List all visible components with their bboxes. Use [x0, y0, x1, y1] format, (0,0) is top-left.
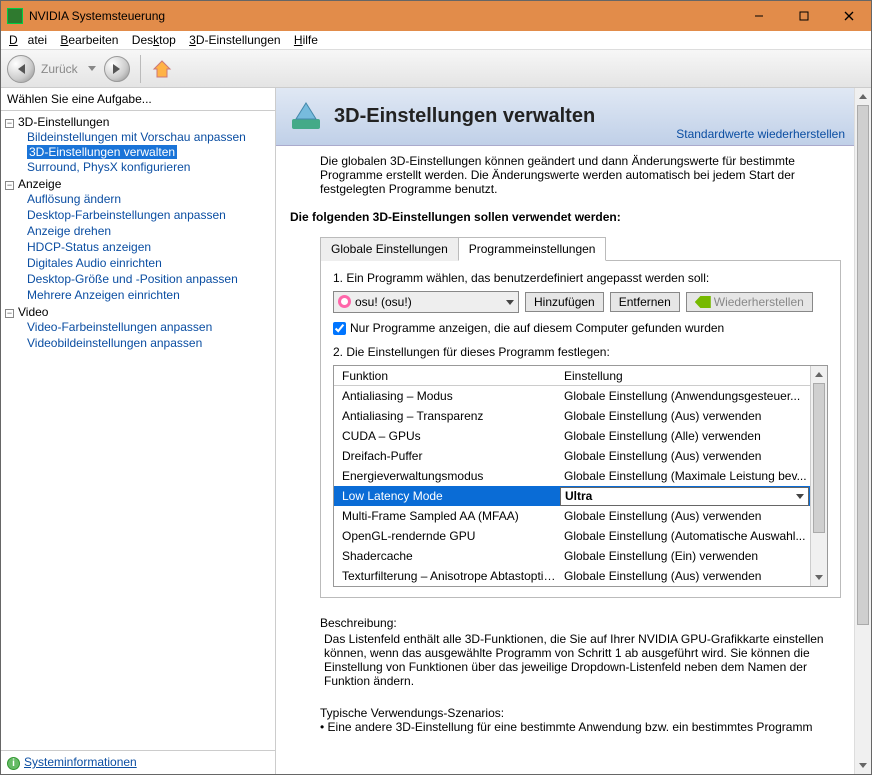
main-scroll-thumb[interactable] — [857, 105, 869, 625]
scenarios-title: Typische Verwendungs-Szenarios: — [320, 706, 841, 720]
menu-file[interactable]: DDateiatei — [9, 33, 47, 47]
main-scrollbar[interactable] — [854, 88, 871, 774]
restore-defaults-link[interactable]: Standardwerte wiederherstellen — [676, 127, 845, 141]
remove-button[interactable]: Entfernen — [610, 292, 680, 312]
tree-link[interactable]: Bildeinstellungen mit Vorschau anpassen — [27, 129, 271, 145]
setting-dropdown[interactable]: Ultra — [560, 487, 809, 506]
grid-row[interactable]: CUDA – GPUsGlobale Einstellung (Alle) ve… — [334, 426, 810, 446]
tree-toggle[interactable]: − — [5, 119, 14, 128]
scenarios-bullet: • Eine andere 3D-Einstellung für eine be… — [320, 720, 841, 734]
main-scroll-down-icon[interactable] — [855, 757, 871, 774]
grid-header-col1: Funktion — [334, 369, 560, 383]
program-combo[interactable]: osu! (osu!) — [333, 291, 519, 313]
step1-label: 1. Ein Programm wählen, das benutzerdefi… — [333, 271, 828, 285]
only-installed-label: Nur Programme anzeigen, die auf diesem C… — [350, 321, 724, 335]
sidebar-footer: i Systeminformationen — [1, 750, 275, 774]
tree-group-label: Video — [18, 305, 48, 319]
nvidia-app-icon — [7, 8, 23, 24]
grid-header-col2: Einstellung — [560, 369, 810, 383]
description-title: Beschreibung: — [320, 616, 841, 630]
tree-group-label: Anzeige — [18, 177, 61, 191]
program-combo-value: osu! (osu!) — [355, 295, 412, 309]
banner: 3D-Einstellungen verwalten Standardwerte… — [276, 88, 857, 146]
sidebar: Wählen Sie eine Aufgabe... −3D-Einstellu… — [1, 88, 276, 774]
tree-link[interactable]: Anzeige drehen — [27, 223, 271, 239]
tree-link[interactable]: 3D-Einstellungen verwalten — [27, 145, 177, 159]
tree-link[interactable]: Desktop-Größe und -Position anpassen — [27, 271, 271, 287]
tree-link[interactable]: Videobildeinstellungen anpassen — [27, 335, 271, 351]
section-title: Die folgenden 3D-Einstellungen sollen ve… — [290, 210, 841, 224]
only-installed-checkbox-input[interactable] — [333, 322, 346, 335]
menubar: DDateiatei Bearbeiten Desktop 3D-Einstel… — [1, 31, 871, 50]
grid-scrollbar[interactable] — [810, 366, 827, 586]
only-installed-checkbox[interactable]: Nur Programme anzeigen, die auf diesem C… — [333, 321, 828, 335]
scroll-up-icon[interactable] — [811, 366, 827, 383]
grid-row[interactable]: Dreifach-PufferGlobale Einstellung (Aus)… — [334, 446, 810, 466]
window-title: NVIDIA Systemsteuerung — [29, 9, 736, 23]
grid-row[interactable]: EnergieverwaltungsmodusGlobale Einstellu… — [334, 466, 810, 486]
minimize-button[interactable] — [736, 1, 781, 31]
tree-group-label: 3D-Einstellungen — [18, 115, 109, 129]
grid-row[interactable]: Low Latency ModeUltra — [334, 486, 810, 506]
menu-help[interactable]: Hilfe — [294, 33, 318, 47]
tree-link[interactable]: Surround, PhysX konfigurieren — [27, 159, 271, 175]
menu-edit[interactable]: Bearbeiten — [60, 33, 118, 47]
grid-row[interactable]: Texturfilterung – Anisotrope Abtastoptim… — [334, 566, 810, 586]
back-label: Zurück — [41, 62, 78, 76]
back-dropdown-icon[interactable] — [88, 66, 96, 71]
tree-toggle[interactable]: − — [5, 309, 14, 318]
menu-desktop[interactable]: Desktop — [132, 33, 176, 47]
tab-body: 1. Ein Programm wählen, das benutzerdefi… — [320, 260, 841, 598]
tree-link[interactable]: Auflösung ändern — [27, 191, 271, 207]
scroll-down-icon[interactable] — [811, 569, 827, 586]
home-icon[interactable] — [151, 58, 173, 80]
main-scroll-up-icon[interactable] — [855, 88, 871, 105]
step2-label: 2. Die Einstellungen für dieses Programm… — [333, 345, 828, 359]
menu-3d[interactable]: 3D-Einstellungen — [189, 33, 280, 47]
tab-program[interactable]: Programmeinstellungen — [458, 237, 607, 261]
tab-global[interactable]: Globale Einstellungen — [320, 237, 459, 261]
chevron-down-icon — [506, 300, 514, 305]
forward-button[interactable] — [104, 56, 130, 82]
tree-link[interactable]: Desktop-Farbeinstellungen anpassen — [27, 207, 271, 223]
settings-grid: FunktionEinstellung Antialiasing – ModusG… — [333, 365, 828, 587]
restore-button[interactable]: Wiederherstellen — [686, 292, 813, 312]
add-button[interactable]: Hinzufügen — [525, 292, 604, 312]
scenarios: Typische Verwendungs-Szenarios: • Eine a… — [320, 706, 841, 734]
tree-toggle[interactable]: − — [5, 181, 14, 190]
sidebar-header: Wählen Sie eine Aufgabe... — [1, 88, 275, 111]
grid-row[interactable]: OpenGL-rendernde GPUGlobale Einstellung … — [334, 526, 810, 546]
grid-row[interactable]: ShadercacheGlobale Einstellung (Ein) ver… — [334, 546, 810, 566]
close-button[interactable] — [826, 1, 871, 31]
nvidia-logo-icon — [695, 296, 711, 308]
grid-row[interactable]: Antialiasing – ModusGlobale Einstellung … — [334, 386, 810, 406]
toolbar-separator — [140, 55, 141, 83]
page-title: 3D-Einstellungen verwalten — [334, 105, 845, 128]
tree-link[interactable]: HDCP-Status anzeigen — [27, 239, 271, 255]
toolbar: Zurück — [1, 50, 871, 88]
intro-text: Die globalen 3D-Einstellungen können geä… — [320, 154, 841, 196]
chevron-down-icon — [796, 494, 804, 499]
tree-link[interactable]: Video-Farbeinstellungen anpassen — [27, 319, 271, 335]
tree-link[interactable]: Digitales Audio einrichten — [27, 255, 271, 271]
tree-link[interactable]: Mehrere Anzeigen einrichten — [27, 287, 271, 303]
description: Beschreibung: Das Listenfeld enthält all… — [320, 616, 841, 688]
task-tree: −3D-EinstellungenBildeinstellungen mit V… — [1, 111, 275, 750]
titlebar: NVIDIA Systemsteuerung — [1, 1, 871, 31]
system-info-link[interactable]: Systeminformationen — [24, 755, 137, 769]
osu-icon — [338, 295, 351, 308]
maximize-button[interactable] — [781, 1, 826, 31]
scroll-thumb[interactable] — [813, 383, 825, 533]
description-body: Das Listenfeld enthält alle 3D-Funktione… — [320, 632, 841, 688]
banner-icon — [288, 99, 324, 135]
grid-row[interactable]: Multi-Frame Sampled AA (MFAA)Globale Ein… — [334, 506, 810, 526]
info-icon: i — [7, 757, 20, 770]
back-button[interactable] — [7, 55, 35, 83]
grid-row[interactable]: Antialiasing – TransparenzGlobale Einste… — [334, 406, 810, 426]
main-panel: 3D-Einstellungen verwalten Standardwerte… — [276, 88, 871, 774]
